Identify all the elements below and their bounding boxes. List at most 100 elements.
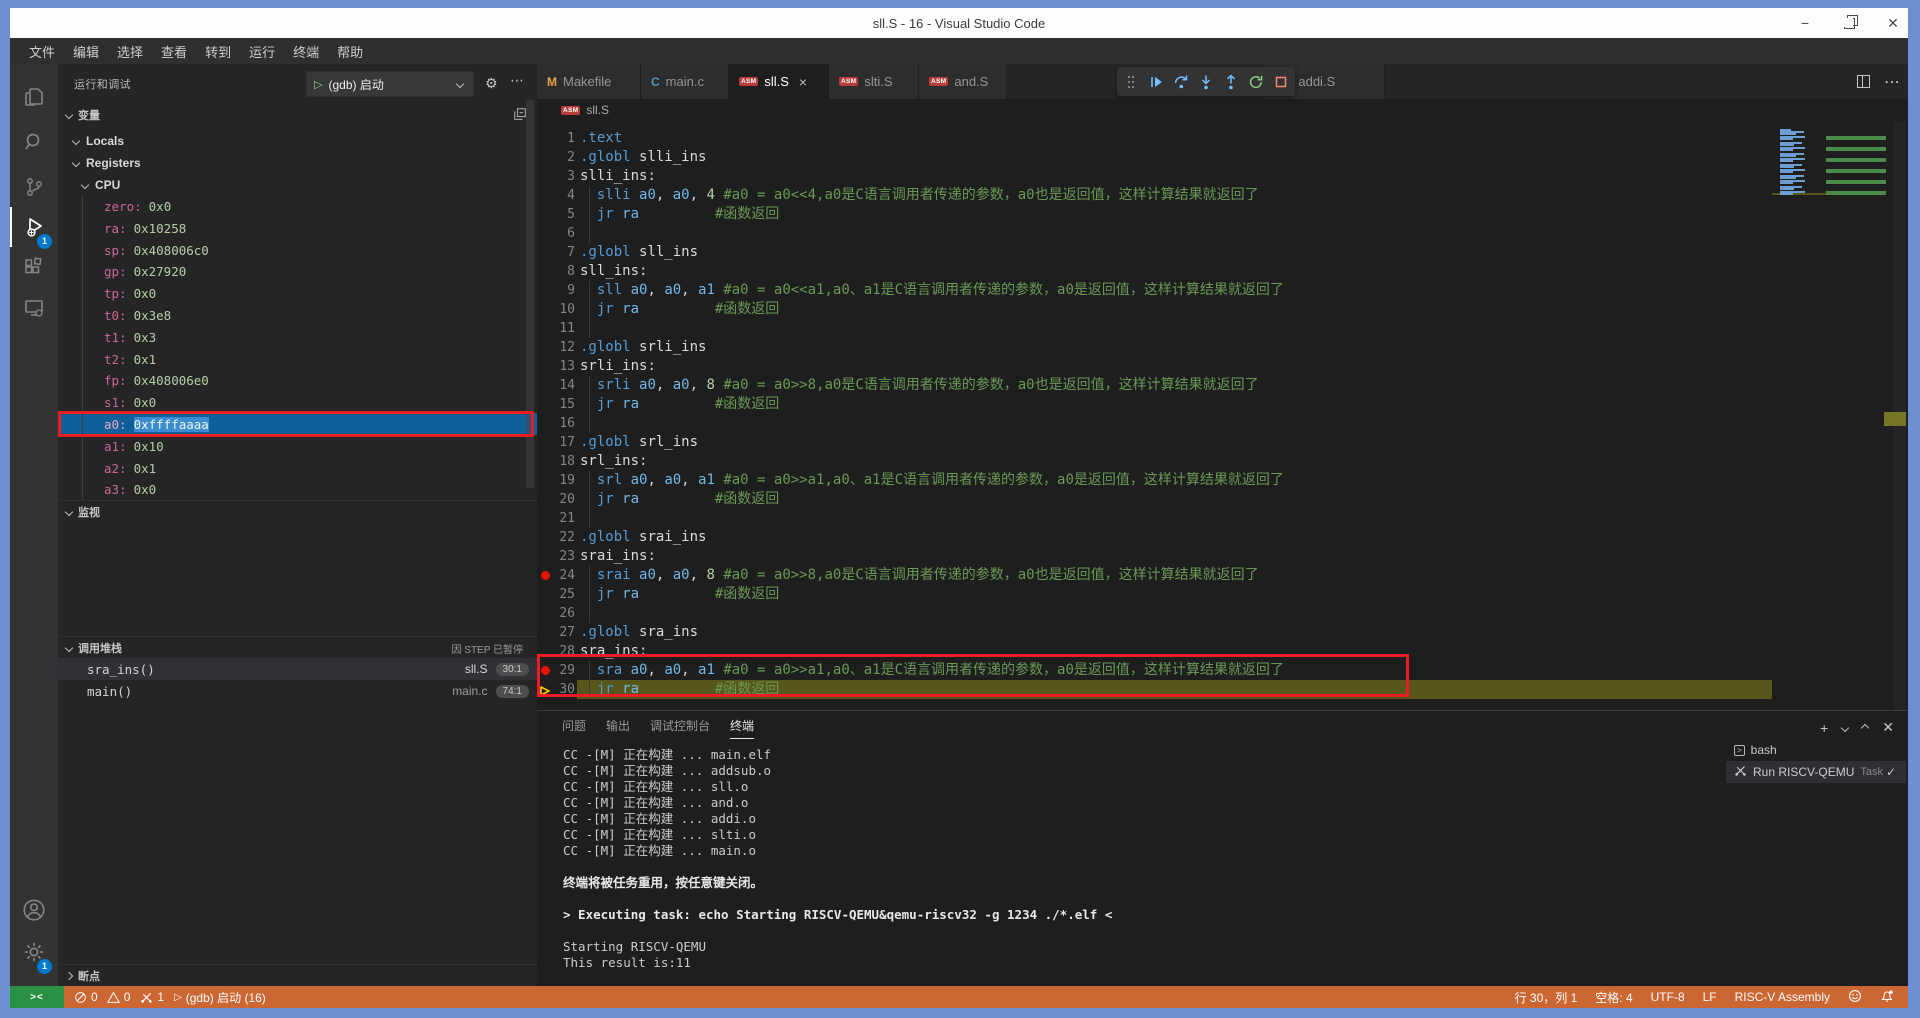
tasks-status[interactable]: 1 xyxy=(140,990,164,1004)
menu-item-运行[interactable]: 运行 xyxy=(240,42,284,61)
menu-item-编辑[interactable]: 编辑 xyxy=(64,42,108,61)
code-line-2[interactable]: 2.globl slli_ins xyxy=(537,148,1908,167)
register-row-a2[interactable]: a2:0x1 xyxy=(58,457,537,479)
language-mode[interactable]: RISC-V Assembly xyxy=(1735,990,1830,1004)
breakpoints-section-header[interactable]: 断点 xyxy=(58,964,537,986)
gear-icon[interactable]: ⚙ xyxy=(485,75,498,92)
indentation[interactable]: 空格: 4 xyxy=(1595,989,1632,1006)
code-line-18[interactable]: 18srl_ins: xyxy=(537,452,1908,471)
code-area[interactable]: 1.text2.globl slli_ins3slli_ins:4 slli a… xyxy=(537,121,1908,710)
code-line-3[interactable]: 3slli_ins: xyxy=(537,167,1908,186)
activity-item-run-and-debug[interactable]: 1 xyxy=(10,207,58,247)
code-line-19[interactable]: 19 srl a0, a0, a1 #a0 = a0>>a1,a0、a1是C语言… xyxy=(537,471,1908,490)
register-row-fp[interactable]: fp:0x408006e0 xyxy=(58,370,537,392)
code-line-4[interactable]: 4 slli a0, a0, 4 #a0 = a0<<4,a0是C语言调用者传递… xyxy=(537,186,1908,205)
menu-item-转到[interactable]: 转到 xyxy=(196,42,240,61)
close-tab-icon[interactable]: × xyxy=(799,74,807,90)
maximize-panel-icon[interactable] xyxy=(1861,723,1869,731)
editor-tab-and.S[interactable]: ASMand.S xyxy=(919,64,1007,99)
terminal-list-item-Run RISCV-QEMU[interactable]: Run RISCV-QEMUTask✓ xyxy=(1726,761,1906,783)
activity-item-account[interactable] xyxy=(10,890,58,930)
code-line-22[interactable]: 22.globl srai_ins xyxy=(537,528,1908,547)
activity-item-source-control[interactable] xyxy=(10,167,58,207)
close-panel-icon[interactable]: ✕ xyxy=(1882,719,1894,736)
panel-tab-输出[interactable]: 输出 xyxy=(606,717,630,739)
start-debug-icon[interactable]: ▷ xyxy=(314,78,322,91)
code-line-9[interactable]: 9 sll a0, a0, a1 #a0 = a0<<a1,a0、a1是C语言调… xyxy=(537,281,1908,300)
minimize-icon[interactable]: − xyxy=(1798,16,1812,30)
activity-item-search[interactable] xyxy=(10,122,58,162)
encoding[interactable]: UTF-8 xyxy=(1651,990,1685,1004)
code-line-7[interactable]: 7.globl sll_ins xyxy=(537,243,1908,262)
minimap[interactable] xyxy=(1772,121,1893,710)
terminal-output[interactable]: CC -[M] 正在构建 ... main.elfCC -[M] 正在构建 ..… xyxy=(563,747,1703,971)
tree-group-registers[interactable]: Registers xyxy=(58,152,537,174)
chevron-down-icon[interactable] xyxy=(1841,723,1849,731)
stack-frame-sra_ins()[interactable]: sra_ins()sll.S30:1 xyxy=(58,658,537,680)
register-row-a1[interactable]: a1:0x10 xyxy=(58,435,537,457)
register-row-gp[interactable]: gp:0x27920 xyxy=(58,261,537,283)
code-line-20[interactable]: 20 jr ra #函数返回 xyxy=(537,490,1908,509)
code-line-23[interactable]: 23srai_ins: xyxy=(537,547,1908,566)
register-row-zero[interactable]: zero:0x0 xyxy=(58,195,537,217)
breadcrumb[interactable]: ASM sll.S xyxy=(537,99,1908,121)
close-icon[interactable]: ✕ xyxy=(1886,16,1900,30)
editor-tab-main.c[interactable]: Cmain.c xyxy=(641,64,729,99)
continue-button[interactable] xyxy=(1146,71,1167,93)
code-line-14[interactable]: 14 srli a0, a0, 8 #a0 = a0>>8,a0是C语言调用者传… xyxy=(537,376,1908,395)
code-line-21[interactable]: 21 xyxy=(537,509,1908,528)
code-line-6[interactable]: 6 xyxy=(537,224,1908,243)
panel-tab-终端[interactable]: 终端 xyxy=(730,717,754,739)
remote-indicator[interactable]: >< xyxy=(10,986,64,1008)
editor-tab-Makefile[interactable]: MMakefile xyxy=(537,64,641,99)
menu-item-帮助[interactable]: 帮助 xyxy=(328,42,372,61)
menu-item-终端[interactable]: 终端 xyxy=(284,42,328,61)
notifications-bell-icon[interactable] xyxy=(1880,989,1894,1006)
panel-tab-调试控制台[interactable]: 调试控制台 xyxy=(650,717,710,739)
eol[interactable]: LF xyxy=(1703,990,1717,1004)
register-row-a3[interactable]: a3:0x0 xyxy=(58,479,537,500)
debug-session-status[interactable]: ▷ (gdb) 启动 (16) xyxy=(174,989,266,1006)
register-row-t0[interactable]: t0:0x3e8 xyxy=(58,304,537,326)
code-line-10[interactable]: 10 jr ra #函数返回 xyxy=(537,300,1908,319)
code-line-16[interactable]: 16 xyxy=(537,414,1908,433)
code-line-11[interactable]: 11 xyxy=(537,319,1908,338)
tree-group-cpu[interactable]: CPU xyxy=(58,174,537,196)
activity-item-extensions[interactable] xyxy=(10,248,58,288)
register-row-sp[interactable]: sp:0x408006c0 xyxy=(58,239,537,261)
panel-tab-问题[interactable]: 问题 xyxy=(562,717,586,739)
code-line-12[interactable]: 12.globl srli_ins xyxy=(537,338,1908,357)
code-line-26[interactable]: 26 xyxy=(537,604,1908,623)
code-line-1[interactable]: 1.text xyxy=(537,129,1908,148)
step-out-button[interactable] xyxy=(1220,71,1241,93)
stack-frame-main()[interactable]: main()main.c74:1 xyxy=(58,680,537,702)
watch-section-header[interactable]: 监视 xyxy=(58,500,537,523)
code-line-5[interactable]: 5 jr ra #函数返回 xyxy=(537,205,1908,224)
restart-button[interactable] xyxy=(1245,71,1266,93)
terminal-list-item-bash[interactable]: >bash xyxy=(1726,739,1906,761)
activity-item-settings[interactable]: 1 xyxy=(10,932,58,972)
code-line-27[interactable]: 27.globl sra_ins xyxy=(537,623,1908,642)
code-line-25[interactable]: 25 jr ra #函数返回 xyxy=(537,585,1908,604)
stop-button[interactable] xyxy=(1270,71,1291,93)
menu-item-选择[interactable]: 选择 xyxy=(108,42,152,61)
split-editor-icon[interactable] xyxy=(1857,75,1870,88)
code-line-15[interactable]: 15 jr ra #函数返回 xyxy=(537,395,1908,414)
problems-status[interactable]: 0 0 xyxy=(74,990,130,1004)
cursor-position[interactable]: 行 30，列 1 xyxy=(1515,989,1578,1006)
register-row-t1[interactable]: t1:0x3 xyxy=(58,326,537,348)
collapse-all-icon[interactable] xyxy=(513,107,527,124)
menu-item-文件[interactable]: 文件 xyxy=(20,42,64,61)
breakpoint-icon[interactable] xyxy=(541,571,550,580)
activity-item-explorer[interactable] xyxy=(10,77,58,117)
editor-tab-slti.S[interactable]: ASMslti.S xyxy=(829,64,919,99)
call-stack-section-header[interactable]: 调用堆栈 因 STEP 已暂停 xyxy=(58,636,537,659)
activity-item-remote-explorer[interactable] xyxy=(10,288,58,328)
editor-more-icon[interactable]: ⋯ xyxy=(1884,72,1900,92)
variables-section-header[interactable]: 变量 xyxy=(58,104,537,126)
launch-config-select[interactable]: ▷ (gdb) 启动 xyxy=(306,71,474,97)
register-row-t2[interactable]: t2:0x1 xyxy=(58,348,537,370)
register-row-ra[interactable]: ra:0x10258 xyxy=(58,217,537,239)
code-line-17[interactable]: 17.globl srl_ins xyxy=(537,433,1908,452)
editor-tab-sll.S[interactable]: ASMsll.S× xyxy=(729,64,829,99)
